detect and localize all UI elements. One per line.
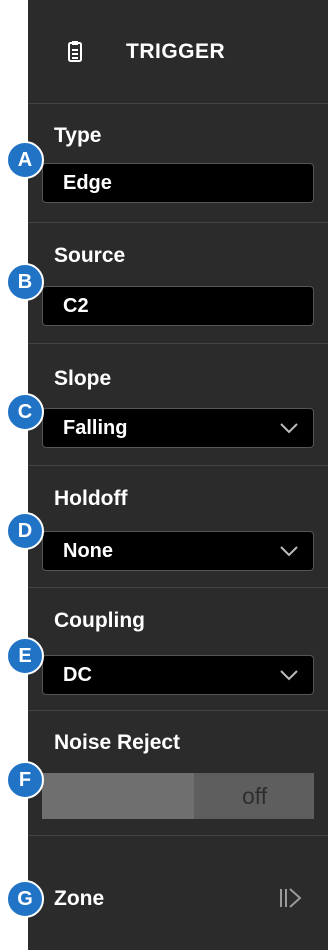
slope-label: Slope	[54, 367, 112, 390]
type-section: Type Edge	[28, 104, 328, 223]
marker-e: E	[6, 637, 44, 675]
marker-c: C	[6, 393, 44, 431]
marker-g: G	[6, 880, 44, 918]
type-label: Type	[54, 124, 102, 147]
expand-arrow-icon[interactable]	[276, 885, 306, 911]
source-section: Source C2	[28, 223, 328, 344]
holdoff-section: Holdoff None	[28, 466, 328, 588]
holdoff-value: None	[63, 540, 113, 562]
zone-label[interactable]: Zone	[54, 887, 104, 911]
coupling-label: Coupling	[54, 609, 145, 632]
noise-reject-state: off	[242, 783, 268, 809]
chevron-down-icon	[280, 546, 298, 557]
noise-reject-label: Noise Reject	[54, 731, 181, 754]
chevron-down-icon	[280, 423, 298, 434]
slope-dropdown[interactable]: Falling	[42, 408, 314, 448]
panel-header: TRIGGER	[28, 0, 328, 104]
source-field[interactable]: C2	[42, 286, 314, 326]
marker-d: D	[6, 512, 44, 550]
marker-b: B	[6, 263, 44, 301]
marker-a: A	[6, 141, 44, 179]
marker-f: F	[6, 761, 44, 799]
slope-value: Falling	[63, 417, 128, 439]
holdoff-label: Holdoff	[54, 487, 128, 510]
chevron-down-icon	[280, 670, 298, 681]
clipboard-icon	[68, 41, 82, 62]
coupling-section: Coupling DC	[28, 588, 328, 711]
coupling-dropdown[interactable]: DC	[42, 655, 314, 695]
holdoff-dropdown[interactable]: None	[42, 531, 314, 571]
type-value: Edge	[63, 172, 112, 194]
slope-section: Slope Falling	[28, 344, 328, 466]
source-value: C2	[63, 295, 89, 317]
panel-title: TRIGGER	[126, 40, 226, 63]
toggle-track	[42, 773, 194, 819]
trigger-panel: TRIGGER Type Edge Source C2 Slope Fallin…	[28, 0, 328, 950]
source-label: Source	[54, 244, 126, 267]
type-field[interactable]: Edge	[42, 163, 314, 203]
coupling-value: DC	[63, 664, 92, 686]
noise-reject-toggle[interactable]: off	[42, 773, 314, 819]
